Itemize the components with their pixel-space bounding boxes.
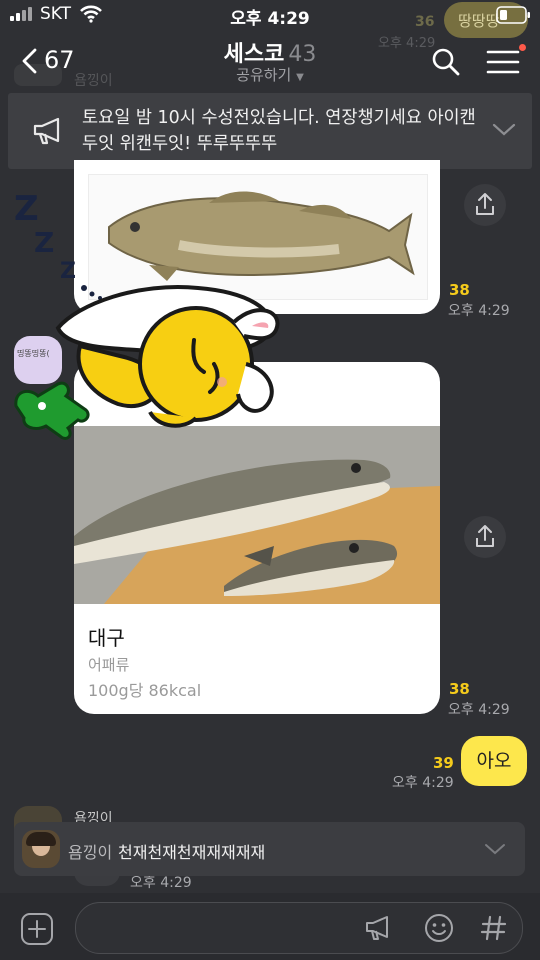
preview-avatar [22, 830, 60, 868]
chevron-down-icon[interactable] [484, 843, 506, 855]
share-icon [476, 525, 494, 547]
menu-badge [519, 44, 526, 51]
unread-count: 38 [449, 680, 470, 698]
message-time: 오후 4:29 [448, 303, 510, 319]
svg-text:Z: Z [34, 226, 54, 259]
share-button[interactable] [464, 184, 506, 226]
unread-count: 39 [433, 754, 454, 772]
menu-icon[interactable] [486, 48, 520, 76]
emoticon-icon[interactable] [423, 912, 455, 944]
background-count: 36 [415, 14, 435, 30]
unread-count: 38 [449, 281, 470, 299]
new-message-preview[interactable]: 욤낑이 천재천재천재재재재재 [14, 822, 525, 876]
megaphone-icon[interactable] [364, 914, 394, 942]
message-time: 오후 4:29 [392, 775, 454, 791]
food-name: 대구 [88, 626, 125, 650]
svg-text:Z: Z [14, 189, 39, 229]
message-input[interactable] [75, 902, 523, 954]
chevron-down-icon[interactable] [492, 123, 516, 137]
cod-fish-image [74, 426, 440, 604]
food-nutrition: 100g당 86kcal [88, 681, 202, 700]
notice-text: 토요일 밤 10시 수성전있습니다. 연장챙기세요 아이캔두잇 위캔두잇! 뚜루… [82, 108, 476, 154]
food-category: 어패류 [88, 656, 130, 674]
search-icon[interactable] [431, 47, 461, 77]
battery-icon [496, 6, 530, 24]
hashtag-icon[interactable] [480, 914, 508, 942]
share-label: 공유하기 [236, 66, 292, 84]
plus-icon[interactable] [20, 912, 54, 946]
status-bar: SKT 오후 4:29 땅땅땅 [0, 0, 540, 38]
notice-banner[interactable]: 토요일 밤 10시 수성전있습니다. 연장챙기세요 아이캔두잇 위캔두잇! 뚜루… [8, 93, 532, 169]
chevron-down-icon: ▼ [296, 72, 304, 83]
preview-message: 천재천재천재재재재재 [118, 843, 266, 862]
share-button[interactable] [464, 516, 506, 558]
sleeping-character-sticker: Z Z Z [14, 189, 280, 440]
svg-text:Z: Z [60, 259, 76, 284]
share-icon [476, 193, 494, 215]
my-message-bubble[interactable]: 아오 [461, 736, 527, 786]
preview-sender: 욤낑이 [68, 843, 113, 862]
message-time: 오후 4:29 [448, 702, 510, 718]
background-chip-label: 땅땅땅 [458, 12, 500, 30]
megaphone-icon [33, 117, 60, 145]
